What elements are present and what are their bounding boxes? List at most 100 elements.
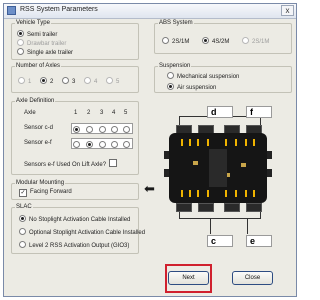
sensor-ef-axle-3-radio[interactable] xyxy=(99,141,106,148)
axle-label: Axle xyxy=(24,110,36,116)
sensor-ef-axle-1-radio[interactable] xyxy=(73,141,80,148)
axles-radio-1[interactable]: 1 xyxy=(18,77,31,86)
sensor-d-label-box: d xyxy=(207,106,233,118)
title-bar: RSS System Parameters x xyxy=(4,4,296,19)
side-connector xyxy=(164,169,169,177)
sensor-ef-axle-2-radio[interactable] xyxy=(86,141,93,148)
axle-number-2: 2 xyxy=(87,110,91,116)
slac-no-cable-radio[interactable]: No Stoplight Activation Cable Installed xyxy=(19,215,130,224)
yellow-lane xyxy=(189,190,191,197)
sensor-c-label-box: c xyxy=(207,235,233,247)
radio-selected-icon xyxy=(202,37,209,44)
axles-radio-5[interactable]: 5 xyxy=(106,77,119,86)
module-center-panel xyxy=(209,149,227,187)
sensor-cd-axle-3-radio[interactable] xyxy=(99,126,106,133)
yellow-lane xyxy=(197,190,199,197)
slac-optional-cable-radio[interactable]: Optional Stoplight Activation Cable Inst… xyxy=(19,228,145,237)
abs-system-legend: ABS System xyxy=(159,20,193,26)
radio-icon xyxy=(19,228,26,235)
close-button[interactable]: Close xyxy=(232,271,273,285)
vehicle-type-legend: Vehicle Type xyxy=(16,20,50,26)
yellow-lane xyxy=(245,139,247,146)
sensor-e-label-box: e xyxy=(246,235,272,247)
side-connector xyxy=(267,169,272,177)
axle-number-3: 3 xyxy=(100,110,104,116)
radio-icon xyxy=(162,37,169,44)
yellow-lane xyxy=(225,190,227,197)
axle-number-4: 4 xyxy=(112,110,116,116)
radio-icon xyxy=(242,37,249,44)
sensor-cd-axle-5-radio[interactable] xyxy=(123,126,130,133)
rss-module-image xyxy=(169,133,267,203)
suspension-air-radio[interactable]: Air suspension xyxy=(167,83,216,92)
radio-icon xyxy=(167,72,174,79)
app-icon xyxy=(7,6,16,15)
yellow-lane xyxy=(235,139,237,146)
axles-radio-4[interactable]: 4 xyxy=(84,77,97,86)
bottom-connector xyxy=(224,203,240,212)
abs-4s2m-radio[interactable]: 4S/2M xyxy=(202,37,229,46)
sensors-ef-lift-axle-checkbox[interactable]: Sensors e-f Used On Lift Axle? xyxy=(24,159,120,169)
slac-legend: SLAC xyxy=(16,204,32,210)
sensor-cd-axle-2-radio[interactable] xyxy=(86,126,93,133)
axle-definition-legend: Axle Definition xyxy=(16,98,55,104)
yellow-lane xyxy=(225,139,227,146)
axles-radio-3[interactable]: 3 xyxy=(62,77,75,86)
module-mark xyxy=(241,163,246,167)
sensor-ef-axle-5-radio[interactable] xyxy=(123,141,130,148)
suspension-mechanical-radio[interactable]: Mechanical suspension xyxy=(167,72,239,81)
sensor-cd-axle-1-radio[interactable] xyxy=(73,126,80,133)
yellow-lane xyxy=(235,190,237,197)
slac-level2-output-radio[interactable]: Level 2 RSS Activation Output (GIO3) xyxy=(19,241,129,250)
yellow-lane xyxy=(181,139,183,146)
module-mark xyxy=(193,161,198,165)
close-window-button[interactable]: x xyxy=(281,5,294,16)
sensor-ef-axle-4-radio[interactable] xyxy=(111,141,118,148)
window-title: RSS System Parameters xyxy=(20,6,98,13)
checkbox-icon xyxy=(109,159,118,167)
checkbox-checked-icon: ✓ xyxy=(19,189,27,197)
modular-mounting-legend: Modular Mounting xyxy=(16,180,65,186)
suspension-legend: Suspension xyxy=(159,63,191,69)
abs-2s1m-disabled-radio[interactable]: 2S/1M xyxy=(242,37,269,46)
number-of-axles-legend: Number of Axles xyxy=(16,63,61,69)
radio-icon xyxy=(17,48,24,55)
module-diagram: d f c e xyxy=(154,99,292,249)
sensor-f-label-box: f xyxy=(246,106,272,118)
bottom-connector xyxy=(198,203,214,212)
radio-icon xyxy=(18,77,25,84)
radio-selected-icon xyxy=(19,215,26,222)
facing-forward-checkbox[interactable]: ✓ Facing Forward xyxy=(19,189,72,197)
yellow-lane xyxy=(189,139,191,146)
rss-system-parameters-window: RSS System Parameters x Vehicle Type Sem… xyxy=(3,3,297,297)
arrow-left-icon: ⬅ xyxy=(144,181,155,196)
diagram-leader-line xyxy=(247,219,248,234)
yellow-lane xyxy=(207,139,209,146)
vehicle-type-semi-trailer[interactable]: Semi trailer xyxy=(17,30,57,39)
axle-number-1: 1 xyxy=(74,110,78,116)
radio-icon xyxy=(17,39,24,46)
bottom-connector xyxy=(246,203,262,212)
yellow-lane xyxy=(181,190,183,197)
side-connector xyxy=(267,151,272,159)
yellow-lane xyxy=(245,190,247,197)
side-connector xyxy=(164,151,169,159)
sensor-cd-label: Sensor c-d xyxy=(24,125,54,131)
vehicle-type-drawbar-trailer[interactable]: Drawbar trailer xyxy=(17,39,66,48)
radio-icon xyxy=(106,77,113,84)
vehicle-type-single-axle-trailer[interactable]: Single axle trailer xyxy=(17,48,73,57)
next-button[interactable]: Next xyxy=(168,271,209,285)
radio-icon xyxy=(19,241,26,248)
radio-icon xyxy=(84,77,91,84)
axles-radio-2[interactable]: 2 xyxy=(40,77,53,86)
yellow-lane xyxy=(253,190,255,197)
radio-selected-icon xyxy=(40,77,47,84)
sensor-cd-axle-4-radio[interactable] xyxy=(111,126,118,133)
axle-number-5: 5 xyxy=(124,110,128,116)
sensor-ef-label: Sensor e-f xyxy=(24,140,52,146)
yellow-lane xyxy=(253,139,255,146)
yellow-lane xyxy=(197,139,199,146)
yellow-lane xyxy=(207,190,209,197)
radio-icon xyxy=(62,77,69,84)
abs-2s1m-radio[interactable]: 2S/1M xyxy=(162,37,189,46)
